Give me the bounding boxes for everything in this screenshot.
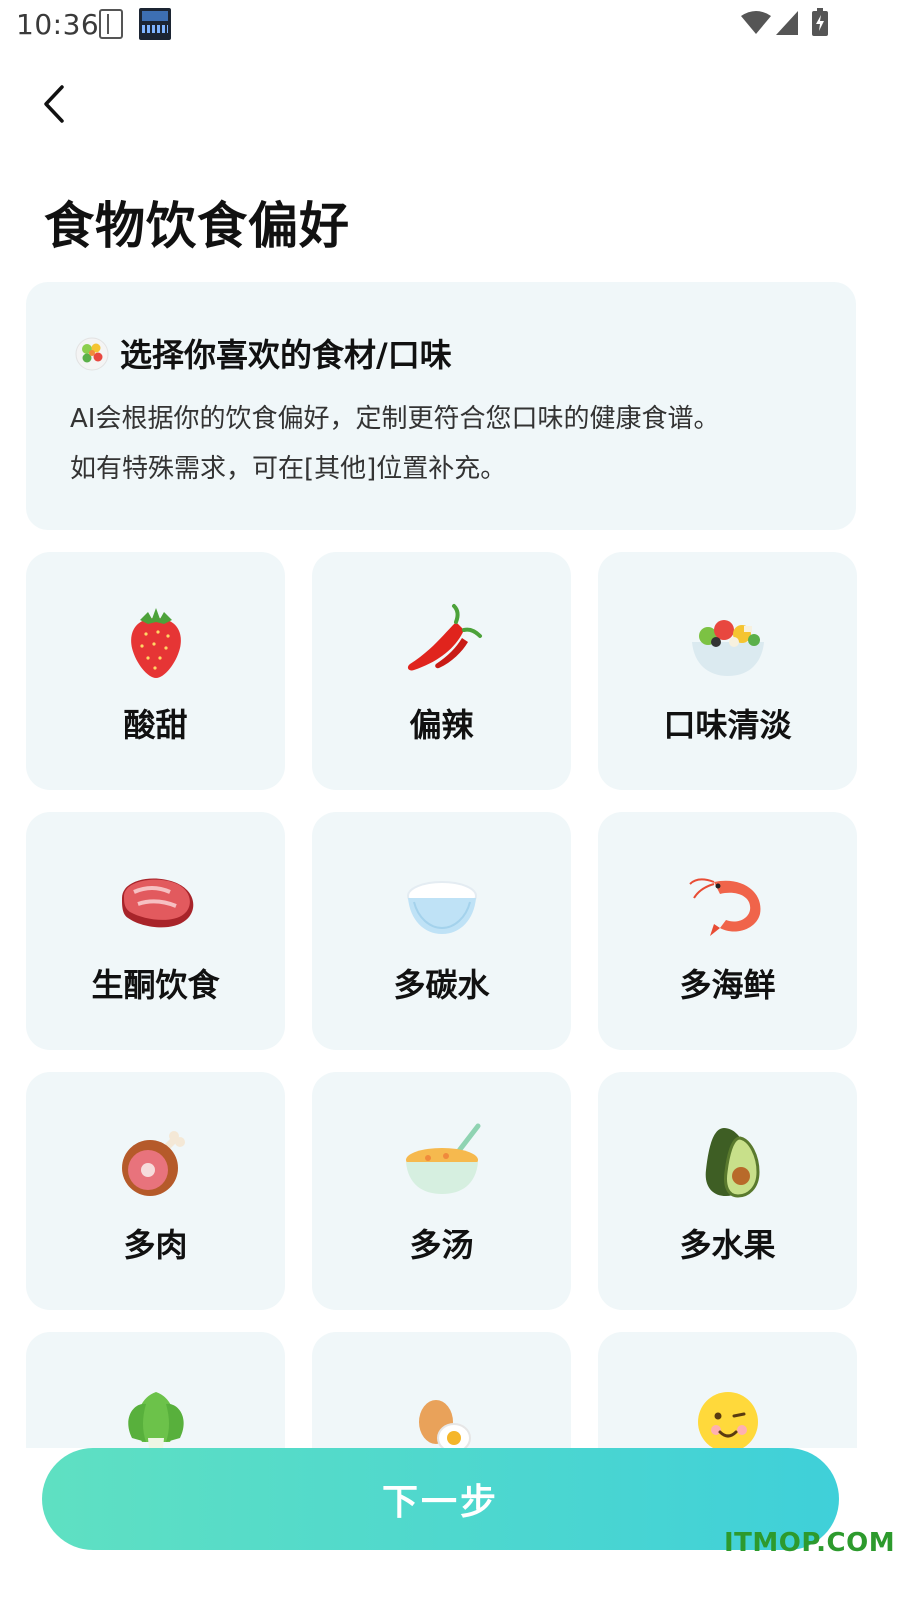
clock-widget-icon [139, 8, 171, 40]
salad-bowl-icon [691, 620, 764, 676]
option-tile-seafood[interactable]: 多海鲜 [598, 812, 857, 1050]
option-label: 口味清淡 [663, 706, 792, 744]
signal-icon [776, 11, 798, 35]
options-scroll-area[interactable]: 酸甜 偏辣 口味清淡 生酮饮食 多碳水 多海鲜 多肉 多汤 多水果 [0, 552, 900, 1448]
smiley-face-icon [697, 1392, 758, 1448]
option-tile-eggs[interactable] [312, 1332, 571, 1448]
option-tile-soup[interactable]: 多汤 [312, 1072, 571, 1310]
option-tile-vegetables[interactable] [26, 1332, 285, 1448]
status-time: 10:36 [16, 8, 100, 41]
option-label: 偏辣 [409, 706, 474, 744]
notebook-icon [99, 9, 123, 39]
info-header: 选择你喜欢的食材/口味 [74, 330, 452, 376]
back-button[interactable] [30, 80, 78, 128]
option-tile-other[interactable] [598, 1332, 857, 1448]
option-tile-keto[interactable]: 生酮饮食 [26, 812, 285, 1050]
info-line-2: 如有特殊需求，可在[其他]位置补充。 [70, 454, 507, 484]
shrimp-icon [688, 878, 760, 936]
next-button-label: 下一步 [381, 1482, 499, 1523]
wifi-icon [741, 11, 771, 34]
bok-choy-icon [127, 1392, 184, 1448]
info-line-1: AI会根据你的饮食偏好，定制更符合您口味的健康食谱。 [70, 404, 720, 434]
option-tile-sweet-sour[interactable]: 酸甜 [26, 552, 285, 790]
next-button[interactable]: 下一步 [42, 1448, 839, 1550]
status-bar: 10:36 [0, 0, 900, 50]
option-label: 多水果 [679, 1226, 776, 1264]
option-label: 生酮饮食 [91, 966, 220, 1004]
option-tile-light[interactable]: 口味清淡 [598, 552, 857, 790]
rice-bowl-icon [406, 881, 477, 934]
info-card: 选择你喜欢的食材/口味 AI会根据你的饮食偏好，定制更符合您口味的健康食谱。 如… [26, 282, 856, 530]
options-grid: 酸甜 偏辣 口味清淡 生酮饮食 多碳水 多海鲜 多肉 多汤 多水果 [26, 552, 857, 1448]
strawberry-icon [130, 608, 181, 678]
option-tile-carbs[interactable]: 多碳水 [312, 812, 571, 1050]
watermark: ITMOP.COM [724, 1528, 896, 1558]
option-label: 多肉 [123, 1226, 188, 1264]
option-tile-fruit[interactable]: 多水果 [598, 1072, 857, 1310]
avocado-icon [705, 1128, 760, 1198]
option-label: 酸甜 [123, 706, 188, 744]
chili-pepper-icon [407, 604, 482, 671]
eggs-icon [418, 1400, 471, 1448]
info-heading: 选择你喜欢的食材/口味 [120, 336, 452, 374]
page-title: 食物饮食偏好 [44, 197, 350, 255]
battery-charging-icon [812, 8, 828, 36]
option-label: 多碳水 [393, 966, 490, 1004]
chevron-left-icon [44, 85, 64, 123]
soup-bowl-icon [405, 1123, 480, 1194]
salad-icon [75, 337, 109, 371]
screen: 10:36 食物饮食偏好 选择你喜欢的食材/口味 AI会根据你的饮食偏好，定制更… [0, 0, 900, 1600]
info-description: AI会根据你的饮食偏好，定制更符合您口味的健康食谱。 如有特殊需求，可在[其他]… [70, 394, 830, 494]
option-label: 多海鲜 [679, 966, 776, 1004]
option-tile-meat[interactable]: 多肉 [26, 1072, 285, 1310]
ham-leg-icon [121, 1131, 185, 1196]
steak-icon [121, 878, 193, 928]
option-label: 多汤 [409, 1226, 474, 1264]
option-tile-spicy[interactable]: 偏辣 [312, 552, 571, 790]
